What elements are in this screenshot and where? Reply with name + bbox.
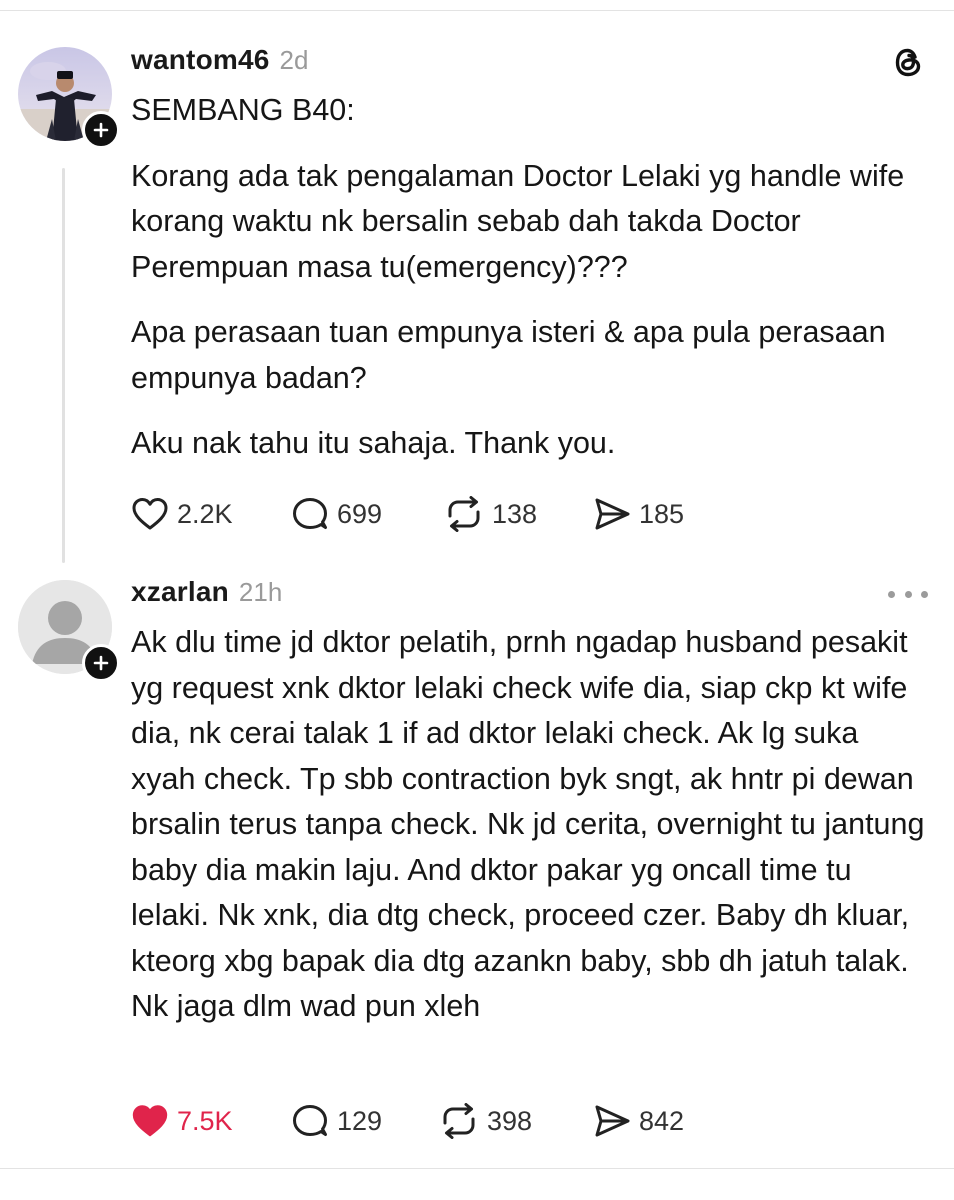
thread-connector-line [62, 168, 65, 563]
share-count: 842 [639, 1105, 685, 1136]
repost-icon [443, 1103, 475, 1139]
like-count: 7.5K [177, 1105, 233, 1136]
repost-icon [448, 496, 480, 532]
repost-button[interactable]: 138 [444, 494, 537, 534]
share-count: 185 [639, 498, 685, 529]
post-body: SEMBANG B40: Korang ada tak pengalaman D… [131, 88, 931, 467]
reply-button[interactable]: 699 [291, 494, 382, 534]
like-button[interactable]: 7.5K [131, 1101, 233, 1141]
comment-bubble-icon [293, 1105, 327, 1136]
plus-icon [93, 122, 109, 138]
post-paragraph: Korang ada tak pengalaman Doctor Lelaki … [131, 158, 905, 284]
more-options-icon[interactable] [888, 584, 928, 604]
post-body: Ak dlu time jd dktor pelatih, prnh ngada… [131, 620, 931, 1030]
username[interactable]: xzarlan [131, 576, 229, 608]
follow-wantom46-button[interactable] [82, 111, 120, 149]
post-paragraph: SEMBANG B40: [131, 93, 355, 127]
username[interactable]: wantom46 [131, 44, 270, 76]
post-paragraph: Apa perasaan tuan empunya isteri & apa p… [131, 315, 886, 395]
share-button[interactable]: 185 [593, 494, 684, 534]
repost-count: 138 [492, 498, 538, 529]
repost-button[interactable]: 398 [439, 1101, 532, 1141]
heart-icon [132, 498, 168, 530]
post-header: xzarlan 21h [131, 576, 282, 608]
heart-icon [132, 1105, 168, 1137]
plus-icon [93, 655, 109, 671]
send-icon [595, 498, 630, 530]
send-icon [595, 1105, 630, 1137]
repost-count: 398 [487, 1105, 533, 1136]
follow-xzarlan-button[interactable] [82, 644, 120, 682]
comment-bubble-icon [293, 498, 327, 529]
reply-count: 129 [337, 1105, 383, 1136]
threads-logo-icon [890, 44, 926, 80]
timestamp[interactable]: 21h [239, 577, 282, 608]
reply-button[interactable]: 129 [291, 1101, 382, 1141]
post-paragraph: Aku nak tahu itu sahaja. Thank you. [131, 426, 616, 460]
share-button[interactable]: 842 [593, 1101, 684, 1141]
top-divider [0, 10, 954, 11]
bottom-divider [0, 1168, 954, 1169]
like-button[interactable]: 2.2K [131, 494, 233, 534]
reply-count: 699 [337, 498, 383, 529]
like-count: 2.2K [177, 498, 233, 529]
post-paragraph: Ak dlu time jd dktor pelatih, prnh ngada… [131, 625, 925, 1023]
post-header: wantom46 2d [131, 44, 308, 76]
timestamp[interactable]: 2d [280, 45, 309, 76]
